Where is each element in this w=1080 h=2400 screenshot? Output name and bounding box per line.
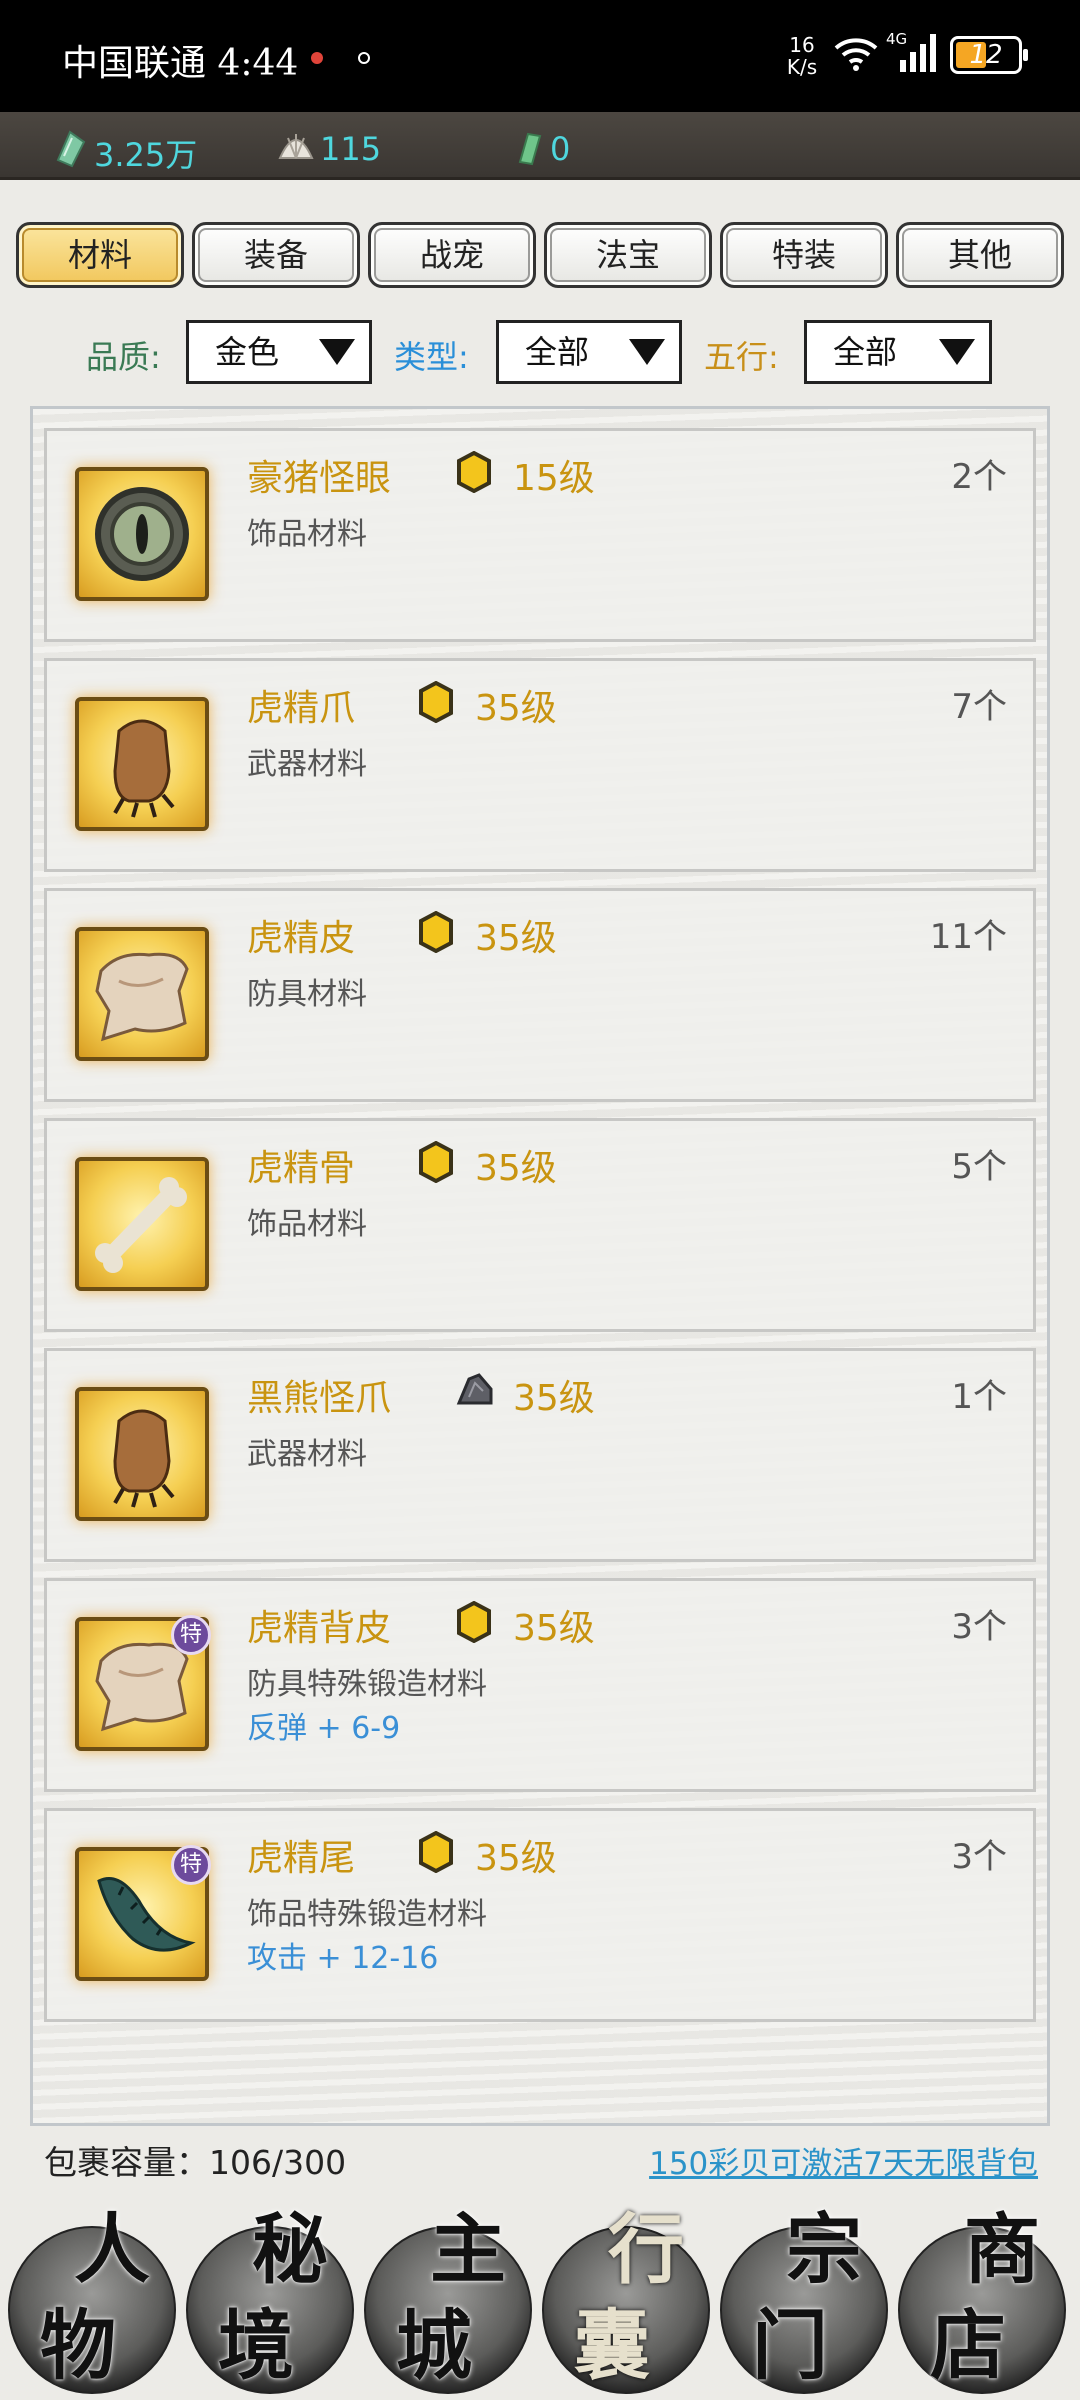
unlimited-bag-promo-link[interactable]: 150彩贝可激活7天无限背包 bbox=[649, 2138, 1038, 2183]
svg-text:4G: 4G bbox=[886, 30, 907, 48]
currency-bar: 3.25万 115 0 bbox=[0, 112, 1080, 180]
bone-icon bbox=[95, 1177, 187, 1273]
item-name: 虎精骨 bbox=[247, 1148, 356, 1189]
item-level: 35级 bbox=[513, 1378, 595, 1419]
cellular-signal-icon: 4G bbox=[886, 30, 944, 78]
nav-character[interactable]: 人 物 bbox=[4, 2212, 180, 2398]
item-quantity: 3个 bbox=[951, 1607, 1007, 1647]
item-quantity: 2个 bbox=[951, 457, 1007, 497]
item-quantity: 11个 bbox=[929, 917, 1007, 957]
item-bonus: 反弹 + 6-9 bbox=[247, 1711, 401, 1746]
token-icon bbox=[518, 132, 542, 166]
item-thumbnail bbox=[75, 1157, 209, 1291]
pelt-icon bbox=[95, 952, 189, 1042]
nav-sect[interactable]: 宗 门 bbox=[716, 2212, 892, 2398]
item-type: 饰品材料 bbox=[247, 517, 367, 552]
dropdown-arrow-icon bbox=[629, 339, 665, 365]
item-level: 35级 bbox=[513, 1608, 595, 1649]
claw-icon bbox=[113, 719, 175, 818]
bottom-nav: 人 物 秘 境 主 城 行 囊 宗 门 商 店 bbox=[0, 2200, 1080, 2400]
item-thumbnail bbox=[75, 467, 209, 601]
tab-equipment[interactable]: 装备 bbox=[192, 222, 360, 288]
iron-grade-icon bbox=[456, 1373, 493, 1405]
item-type: 防具材料 bbox=[247, 977, 367, 1012]
tab-pets[interactable]: 战宠 bbox=[368, 222, 536, 288]
notification-dot-icon bbox=[358, 52, 370, 64]
gold-grade-icon bbox=[419, 1141, 453, 1183]
quality-filter-label: 品质: bbox=[86, 338, 161, 376]
list-item[interactable]: 虎精皮 35级 11个 防具材料 bbox=[44, 888, 1036, 1102]
tab-other[interactable]: 其他 bbox=[896, 222, 1064, 288]
tab-treasures[interactable]: 法宝 bbox=[544, 222, 712, 288]
gold-grade-icon bbox=[419, 681, 453, 723]
gold-grade-icon bbox=[457, 1601, 491, 1643]
type-filter-label: 类型: bbox=[394, 338, 469, 376]
element-select[interactable]: 全部 bbox=[804, 320, 992, 384]
item-type: 饰品特殊锻造材料 bbox=[247, 1897, 487, 1932]
wifi-icon bbox=[834, 38, 878, 71]
list-item[interactable]: 豪猪怪眼 15级 2个 饰品材料 bbox=[44, 428, 1036, 642]
bag-capacity: 包裹容量：106/300 bbox=[44, 2143, 347, 2182]
list-item[interactable]: 黑熊怪爪 35级 1个 武器材料 bbox=[44, 1348, 1036, 1562]
item-bonus: 攻击 + 12-16 bbox=[247, 1941, 439, 1976]
item-thumbnail: 特 bbox=[75, 1615, 211, 1751]
item-level: 35级 bbox=[475, 1838, 557, 1879]
item-thumbnail: 特 bbox=[75, 1845, 211, 1981]
quality-select[interactable]: 金色 bbox=[186, 320, 372, 384]
dropdown-arrow-icon bbox=[319, 339, 355, 365]
list-item[interactable]: 特 虎精背皮 35级 3个 防具特殊锻造材料 反弹 + 6-9 bbox=[44, 1578, 1036, 1792]
special-badge: 特 bbox=[171, 1615, 211, 1655]
recording-dot-icon bbox=[311, 52, 323, 64]
item-type: 武器材料 bbox=[247, 747, 367, 782]
item-level: 15级 bbox=[513, 458, 595, 499]
element-filter-label: 五行: bbox=[704, 338, 779, 376]
gold-grade-icon bbox=[419, 911, 453, 953]
dropdown-arrow-icon bbox=[939, 339, 975, 365]
item-name: 虎精皮 bbox=[247, 918, 356, 959]
item-thumbnail bbox=[75, 927, 209, 1061]
claw-icon bbox=[113, 1409, 175, 1508]
item-thumbnail bbox=[75, 697, 209, 831]
item-quantity: 1个 bbox=[951, 1377, 1007, 1417]
gold-grade-icon bbox=[457, 451, 491, 493]
special-badge: 特 bbox=[171, 1845, 211, 1885]
nav-shop[interactable]: 商 店 bbox=[894, 2212, 1070, 2398]
item-thumbnail bbox=[75, 1387, 209, 1521]
status-bar: 中国联通 4:44 16 K/s 4G 12 bbox=[0, 0, 1080, 112]
item-level: 35级 bbox=[475, 1148, 557, 1189]
item-quantity: 7个 bbox=[951, 687, 1007, 727]
item-type: 饰品材料 bbox=[247, 1207, 367, 1242]
tab-materials[interactable]: 材料 bbox=[16, 222, 184, 288]
item-name: 虎精尾 bbox=[247, 1838, 356, 1879]
item-name: 虎精爪 bbox=[247, 688, 356, 729]
item-quantity: 5个 bbox=[951, 1147, 1007, 1187]
type-select[interactable]: 全部 bbox=[496, 320, 682, 384]
item-name: 豪猪怪眼 bbox=[247, 458, 392, 499]
eye-icon bbox=[95, 487, 189, 581]
jade-icon bbox=[56, 130, 86, 168]
gold-grade-icon bbox=[419, 1831, 453, 1873]
nav-secret-realm[interactable]: 秘 境 bbox=[182, 2212, 358, 2398]
item-type: 防具特殊锻造材料 bbox=[247, 1667, 487, 1702]
list-item[interactable]: 特 虎精尾 35级 3个 饰品特殊锻造材料 攻击 + 12-16 bbox=[44, 1808, 1036, 2022]
list-item[interactable]: 虎精骨 35级 5个 饰品材料 bbox=[44, 1118, 1036, 1332]
shell-icon bbox=[278, 134, 314, 159]
carrier-time: 中国联通 4:44 bbox=[62, 43, 299, 84]
list-item[interactable]: 虎精爪 35级 7个 武器材料 bbox=[44, 658, 1036, 872]
item-name: 虎精背皮 bbox=[247, 1608, 392, 1649]
battery-icon: 12 bbox=[950, 36, 1028, 74]
nav-bag[interactable]: 行 囊 bbox=[538, 2212, 714, 2398]
item-level: 35级 bbox=[475, 688, 557, 729]
nav-main-city[interactable]: 主 城 bbox=[360, 2212, 536, 2398]
item-level: 35级 bbox=[475, 918, 557, 959]
tab-special-gear[interactable]: 特装 bbox=[720, 222, 888, 288]
net-speed: 16 K/s bbox=[786, 33, 818, 79]
item-type: 武器材料 bbox=[247, 1437, 367, 1472]
item-name: 黑熊怪爪 bbox=[247, 1378, 392, 1419]
item-quantity: 3个 bbox=[951, 1837, 1007, 1877]
